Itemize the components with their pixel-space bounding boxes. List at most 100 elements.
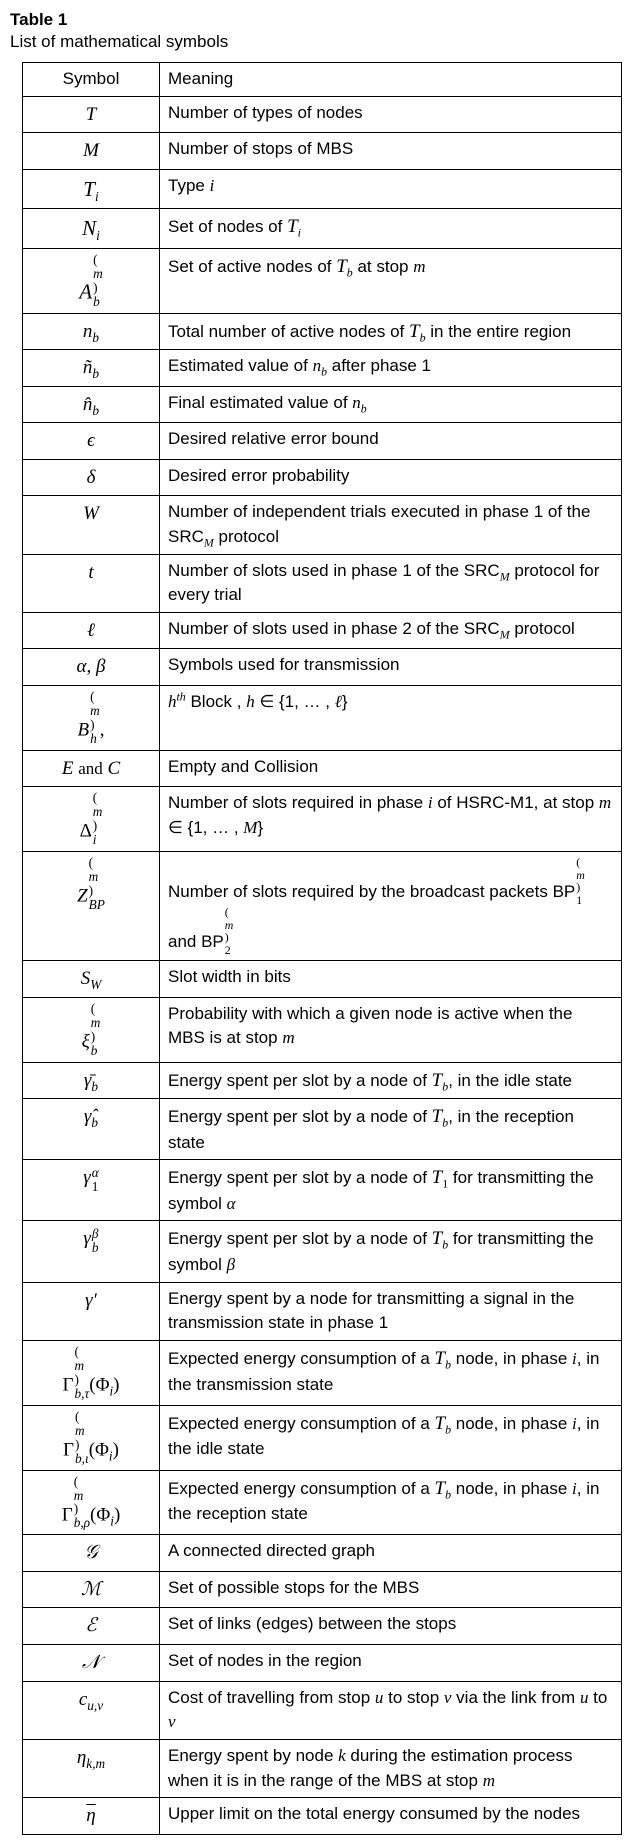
meaning-cell: Set of active nodes of Tb at stop m [160,248,622,313]
symbol-cell: ϵ [23,423,160,460]
meaning-cell: Energy spent per slot by a node of Tb fo… [160,1221,622,1282]
meaning-cell: Energy spent per slot by a node of T1 fo… [160,1160,622,1221]
symbol-cell: γα1 [23,1160,160,1221]
table-row: Γ(m)b,ρ(Φi) Expected energy consumption … [23,1470,622,1535]
table-row: A(m)b Set of active nodes of Tb at stop … [23,248,622,313]
table-row: Z(m)BP Number of slots required by the b… [23,852,622,961]
symbol-cell: T [23,96,160,133]
header-meaning: Meaning [160,63,622,97]
table-row: n̂b Final estimated value of nb [23,386,622,423]
symbol-cell: ℰ [23,1608,160,1645]
symbol-cell: ñb [23,350,160,387]
symbol-cell: Γ(m)b,ι(Φi) [23,1405,160,1470]
table-row: cu,v Cost of travelling from stop u to s… [23,1681,622,1739]
table-row: γβb Energy spent per slot by a node of T… [23,1221,622,1282]
meaning-cell: Number of slots required by the broadcas… [160,852,622,961]
symbol-cell: ξ(m)b [23,997,160,1062]
table-label: Table 1 [10,10,628,30]
meaning-cell: Desired error probability [160,459,622,496]
symbol-cell: W [23,496,160,554]
table-row: ñb Estimated value of nb after phase 1 [23,350,622,387]
header-symbol: Symbol [23,63,160,97]
symbol-cell: η [23,1798,160,1835]
symbol-cell: B(m)h, [23,686,160,751]
table-row: ηk,m Energy spent by node k during the e… [23,1739,622,1797]
table-row: α, β Symbols used for transmission [23,649,622,686]
meaning-cell: Expected energy consumption of a Tb node… [160,1470,622,1535]
symbol-cell: n̂b [23,386,160,423]
table-caption: List of mathematical symbols [10,32,628,52]
meaning-cell: Probability with which a given node is a… [160,997,622,1062]
meaning-cell: Energy spent per slot by a node of Tb, i… [160,1099,622,1160]
meaning-cell: Final estimated value of nb [160,386,622,423]
table-row: E and C Empty and Collision [23,750,622,787]
table-row: ℓ Number of slots used in phase 2 of the… [23,612,622,649]
meaning-cell: Number of slots used in phase 1 of the S… [160,554,622,612]
meaning-cell: hth Block , h ∈ {1, … , ℓ} [160,686,622,751]
symbol-cell: Γ(m)b,ρ(Φi) [23,1470,160,1535]
symbol-cell: α, β [23,649,160,686]
table-row: ϵ Desired relative error bound [23,423,622,460]
table-row: ℳ Set of possible stops for the MBS [23,1571,622,1608]
table-row: W Number of independent trials executed … [23,496,622,554]
meaning-cell: Expected energy consumption of a Tb node… [160,1405,622,1470]
meaning-cell: Total number of active nodes of Tb in th… [160,313,622,350]
symbol-cell: M [23,133,160,170]
table-row: Δ(m)i Number of slots required in phase … [23,787,622,852]
table-row: SW Slot width in bits [23,961,622,998]
meaning-cell: Symbols used for transmission [160,649,622,686]
table-row: M Number of stops of MBS [23,133,622,170]
symbol-cell: cu,v [23,1681,160,1739]
meaning-cell: Number of types of nodes [160,96,622,133]
table-row: nb Total number of active nodes of Tb in… [23,313,622,350]
symbol-cell: t [23,554,160,612]
meaning-cell: Upper limit on the total energy consumed… [160,1798,622,1835]
meaning-cell: Number of slots used in phase 2 of the S… [160,612,622,649]
symbol-cell: Γ(m)b,τ(Φi) [23,1340,160,1405]
meaning-cell: Energy spent by a node for transmitting … [160,1282,622,1340]
table-row: γ′ Energy spent by a node for transmitti… [23,1282,622,1340]
table-row: ℰ Set of links (edges) between the stops [23,1608,622,1645]
meaning-cell: Set of nodes of Ti [160,209,622,249]
symbols-table: Symbol Meaning T Number of types of node… [22,62,622,1835]
table-row: Γ(m)b,ι(Φi) Expected energy consumption … [23,1405,622,1470]
symbol-cell: ℳ [23,1571,160,1608]
symbol-cell: ηk,m [23,1739,160,1797]
table-row: 𝒢 A connected directed graph [23,1535,622,1572]
symbol-cell: γ′ [23,1282,160,1340]
meaning-cell: Expected energy consumption of a Tb node… [160,1340,622,1405]
table-row: Γ(m)b,τ(Φi) Expected energy consumption … [23,1340,622,1405]
table-row: Ti Type i [23,169,622,209]
meaning-cell: Number of slots required in phase i of H… [160,787,622,852]
meaning-cell: Type i [160,169,622,209]
symbol-cell: Ni [23,209,160,249]
symbol-cell: Ti [23,169,160,209]
meaning-cell: Estimated value of nb after phase 1 [160,350,622,387]
meaning-cell: Number of independent trials executed in… [160,496,622,554]
symbol-cell: ℓ [23,612,160,649]
symbol-cell: Δ(m)i [23,787,160,852]
symbol-cell: γβb [23,1221,160,1282]
meaning-cell: Set of links (edges) between the stops [160,1608,622,1645]
table-row: δ Desired error probability [23,459,622,496]
table-row: η Upper limit on the total energy consum… [23,1798,622,1835]
meaning-cell: Slot width in bits [160,961,622,998]
table-row: 𝒩 Set of nodes in the region [23,1645,622,1682]
symbol-cell: δ [23,459,160,496]
symbol-cell: A(m)b [23,248,160,313]
symbol-cell: E and C [23,750,160,787]
table-row: t Number of slots used in phase 1 of the… [23,554,622,612]
table-row: γ̄b Energy spent per slot by a node of T… [23,1062,622,1099]
table-header-row: Symbol Meaning [23,63,622,97]
table-row: γ̂b Energy spent per slot by a node of T… [23,1099,622,1160]
symbol-cell: Z(m)BP [23,852,160,961]
meaning-cell: Energy spent per slot by a node of Tb, i… [160,1062,622,1099]
symbol-cell: SW [23,961,160,998]
meaning-cell: Set of possible stops for the MBS [160,1571,622,1608]
symbol-cell: 𝒩 [23,1645,160,1682]
meaning-cell: Number of stops of MBS [160,133,622,170]
symbol-cell: γ̂b [23,1099,160,1160]
meaning-cell: Energy spent by node k during the estima… [160,1739,622,1797]
table-row: B(m)h, hth Block , h ∈ {1, … , ℓ} [23,686,622,751]
meaning-cell: Desired relative error bound [160,423,622,460]
